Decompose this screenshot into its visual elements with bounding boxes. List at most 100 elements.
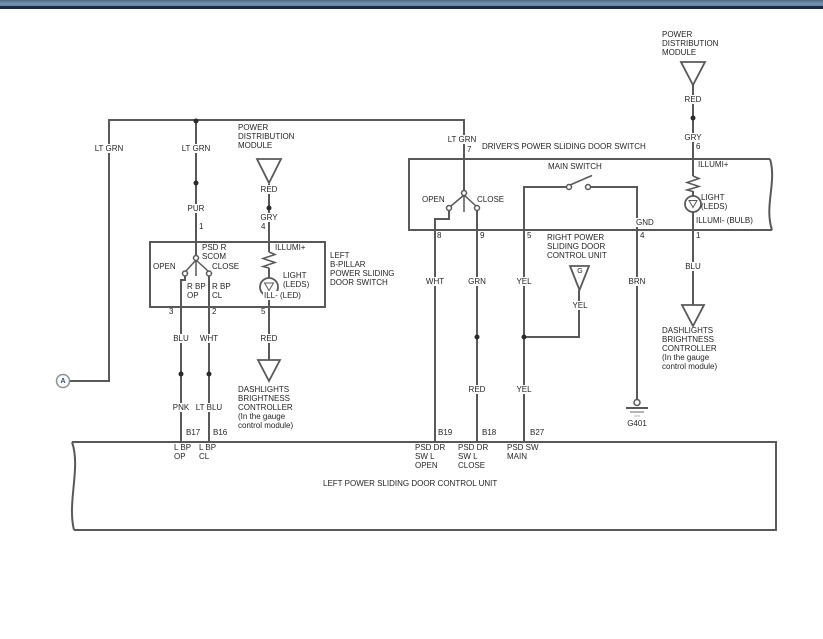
- wire-label-brn: BRN: [628, 277, 647, 286]
- wire-label-lt-blu: LT BLU: [195, 403, 223, 412]
- wire-label-yel-2: YEL: [515, 385, 532, 394]
- terminal-b19: B19: [437, 429, 453, 437]
- wire-label-blu-left: BLU: [172, 334, 190, 343]
- wire-label-gry-pdm-left: GRY: [259, 213, 278, 222]
- resistor-icon-right: [687, 176, 699, 192]
- driver-switch-box-torn-edge: [769, 159, 772, 230]
- pin-9-driver-switch: 9: [480, 232, 484, 240]
- left-switch-name: PSD R SCOM: [202, 243, 226, 261]
- terminal-b17: B17: [185, 429, 201, 437]
- terminal-b16: B16: [212, 429, 228, 437]
- wire-brn-g401: [590, 187, 637, 399]
- terminal-b27-function: PSD SW MAIN: [507, 443, 539, 461]
- ground-g401-label: G401: [626, 419, 648, 428]
- power-distribution-module-label-right: POWER DISTRIBUTION MODULE: [662, 30, 718, 57]
- terminal-b27: B27: [529, 429, 545, 437]
- led-lamp-inner-triangle-left: [265, 283, 274, 291]
- wire-label-lt-grn-mid: LT GRN: [181, 144, 212, 153]
- pin-3-left-switch: 3: [169, 308, 173, 316]
- pin-1-left-switch: 1: [199, 223, 203, 231]
- left-scom-open-contact: [183, 271, 188, 276]
- wire-g-branch: [524, 290, 579, 337]
- driver-switch-blades: [451, 195, 476, 212]
- pin-6-driver-switch: 6: [696, 143, 700, 151]
- left-switch-close-label: CLOSE: [212, 262, 239, 271]
- driver-switch-pivot: [462, 191, 467, 196]
- left-psd-control-unit-torn-edge: [72, 442, 75, 530]
- right-psd-control-unit-label: RIGHT POWER SLIDING DOOR CONTROL UNIT: [547, 233, 607, 260]
- dashlights-controller-label-left: DASHLIGHTS BRIGHTNESS CONTROLLER (In the…: [238, 385, 293, 430]
- wire-label-wht-left: WHT: [199, 334, 219, 343]
- driver-switch-illumi-plus-label: ILLUMI+: [697, 160, 729, 169]
- left-scom-switch-pivot: [194, 256, 199, 261]
- main-switch-contact-left: [567, 185, 572, 190]
- pin-8-driver-switch: 8: [437, 232, 441, 240]
- connector-a-label: A: [59, 377, 66, 386]
- dashlights-controller-label-right: DASHLIGHTS BRIGHTNESS CONTROLLER (In the…: [662, 326, 717, 371]
- driver-close-contact: [475, 206, 480, 211]
- left-scom-switch-blades: [186, 260, 208, 276]
- wire-label-blu-right: BLU: [684, 262, 702, 271]
- left-scom-close-contact: [207, 271, 212, 276]
- pin-4-driver-switch: 4: [640, 232, 644, 240]
- pin-1-driver-switch: 1: [696, 232, 700, 240]
- driver-switch-light-label: LIGHT (LEDS): [701, 193, 727, 211]
- wire-label-red-mid: RED: [260, 334, 279, 343]
- left-switch-contact-close-label: R BP CL: [211, 282, 232, 300]
- wire-wht-b19: [435, 210, 449, 442]
- wire-label-pur: PUR: [187, 204, 206, 213]
- terminal-b17-function: L BP OP: [174, 443, 191, 461]
- power-distribution-module-triangle-left: [257, 159, 281, 183]
- resistor-icon-left: [263, 252, 275, 268]
- left-switch-illumi-plus-label: ILLUMI+: [274, 243, 306, 252]
- terminal-b18-function: PSD DR SW L CLOSE: [458, 443, 488, 470]
- terminal-b18: B18: [481, 429, 497, 437]
- ground-icon-g401: [626, 400, 648, 417]
- g-connector-label: G: [577, 267, 582, 276]
- left-switch-light-label: LIGHT (LEDS): [283, 271, 309, 289]
- main-switch-contact-right: [586, 185, 591, 190]
- wire-label-lt-grn-left: LT GRN: [94, 144, 125, 153]
- gnd-label: GND: [635, 218, 655, 227]
- wire-label-wht-right: WHT: [425, 277, 445, 286]
- wiring-diagram-page: LT GRN LT GRN PUR POWER DISTRIBUTION MOD…: [0, 0, 823, 639]
- wire-label-lt-grn-right: LT GRN: [447, 135, 478, 144]
- power-distribution-module-label-left: POWER DISTRIBUTION MODULE: [238, 123, 294, 150]
- wire-label-grn: GRN: [467, 277, 487, 286]
- power-distribution-module-triangle-right: [681, 62, 705, 85]
- left-psd-control-unit-title: LEFT POWER SLIDING DOOR CONTROL UNIT: [323, 479, 497, 488]
- dashlights-controller-triangle-left: [258, 360, 280, 381]
- wire-yel-b27: [524, 187, 567, 442]
- driver-switch-title: DRIVER'S POWER SLIDING DOOR SWITCH: [482, 142, 646, 151]
- pin-5-driver-switch: 5: [527, 232, 531, 240]
- wire-label-red-pdm-right: RED: [684, 95, 703, 104]
- pin-5-left-switch: 5: [261, 308, 265, 316]
- wire-label-red-right: RED: [468, 385, 487, 394]
- terminal-b16-function: L BP CL: [199, 443, 216, 461]
- left-switch-open-label: OPEN: [153, 262, 176, 271]
- led-lamp-icon-right: [685, 196, 701, 212]
- dashlights-controller-triangle-right: [682, 305, 704, 326]
- main-switch-label: MAIN SWITCH: [548, 162, 602, 171]
- wire-blu-pnk-b17: [181, 276, 185, 442]
- driver-switch-illumi-minus-label: ILLUMI- (BULB): [695, 216, 754, 225]
- wire-label-pnk: PNK: [172, 403, 190, 412]
- wire-label-gry-pdm-right: GRY: [683, 133, 702, 142]
- wire-label-yel-g: YEL: [571, 301, 588, 310]
- left-switch-ill-minus-label: ILL- (LED): [263, 291, 302, 300]
- led-lamp-inner-triangle-right: [689, 201, 697, 208]
- terminal-b19-function: PSD DR SW L OPEN: [415, 443, 445, 470]
- driver-switch-close-label: CLOSE: [477, 195, 504, 204]
- pin-7-driver-switch: 7: [467, 146, 471, 154]
- left-switch-contact-open-label: R BP OP: [186, 282, 207, 300]
- window-titlebar-edge: [0, 0, 823, 9]
- junction-dots: [179, 116, 696, 377]
- pin-4-left-switch: 4: [261, 223, 265, 231]
- wire-label-red-pdm-left: RED: [260, 185, 279, 194]
- driver-switch-open-label: OPEN: [422, 195, 445, 204]
- wire-label-yel-1: YEL: [515, 277, 532, 286]
- main-switch-blade: [570, 176, 592, 186]
- left-bpillar-switch-title: LEFT B-PILLAR POWER SLIDING DOOR SWITCH: [330, 251, 394, 287]
- driver-open-contact: [447, 206, 452, 211]
- pin-2-left-switch: 2: [212, 308, 216, 316]
